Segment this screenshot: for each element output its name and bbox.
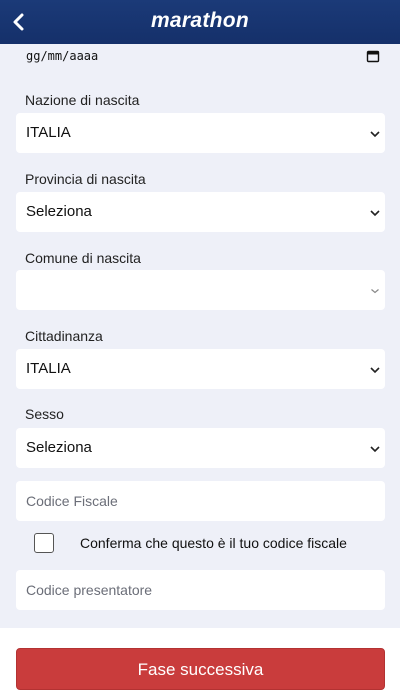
confirm-codice-fiscale-checkbox[interactable] bbox=[34, 533, 54, 553]
chevron-down-icon bbox=[369, 363, 381, 375]
chevron-down-icon bbox=[369, 206, 381, 218]
codice-fiscale-placeholder: Codice Fiscale bbox=[26, 493, 118, 509]
nazione-value: ITALIA bbox=[26, 124, 71, 141]
provincia-label: Provincia di nascita bbox=[25, 171, 146, 187]
nazione-label: Nazione di nascita bbox=[25, 92, 140, 108]
sesso-select[interactable]: Seleziona bbox=[16, 428, 385, 468]
nazione-select[interactable]: ITALIA bbox=[16, 113, 385, 153]
chevron-down-icon bbox=[369, 127, 381, 139]
codice-presentatore-input[interactable]: Codice presentatore bbox=[16, 570, 385, 610]
codice-fiscale-input[interactable]: Codice Fiscale bbox=[16, 481, 385, 521]
birth-date-value: gg/mm/aaaa bbox=[26, 49, 99, 63]
next-step-button[interactable]: Fase successiva bbox=[16, 648, 385, 690]
cittadinanza-select[interactable]: ITALIA bbox=[16, 349, 385, 389]
chevron-down-icon bbox=[369, 442, 381, 454]
cittadinanza-value: ITALIA bbox=[26, 360, 71, 377]
confirm-codice-fiscale-label[interactable]: Conferma che questo è il tuo codice fisc… bbox=[80, 535, 347, 551]
provincia-select[interactable]: Seleziona bbox=[16, 192, 385, 232]
sesso-label: Sesso bbox=[25, 406, 64, 422]
birth-date-input[interactable]: gg/mm/aaaa bbox=[16, 44, 384, 70]
codice-presentatore-placeholder: Codice presentatore bbox=[26, 582, 153, 598]
comune-label: Comune di nascita bbox=[25, 250, 141, 266]
comune-select[interactable] bbox=[16, 270, 385, 310]
sesso-value: Seleziona bbox=[26, 439, 92, 456]
calendar-icon[interactable] bbox=[366, 49, 380, 63]
cittadinanza-label: Cittadinanza bbox=[25, 328, 103, 344]
provincia-value: Seleziona bbox=[26, 203, 92, 220]
marathon-logo: marathon bbox=[150, 9, 250, 32]
app-header: marathon bbox=[0, 0, 400, 44]
chevron-down-icon bbox=[369, 284, 381, 296]
